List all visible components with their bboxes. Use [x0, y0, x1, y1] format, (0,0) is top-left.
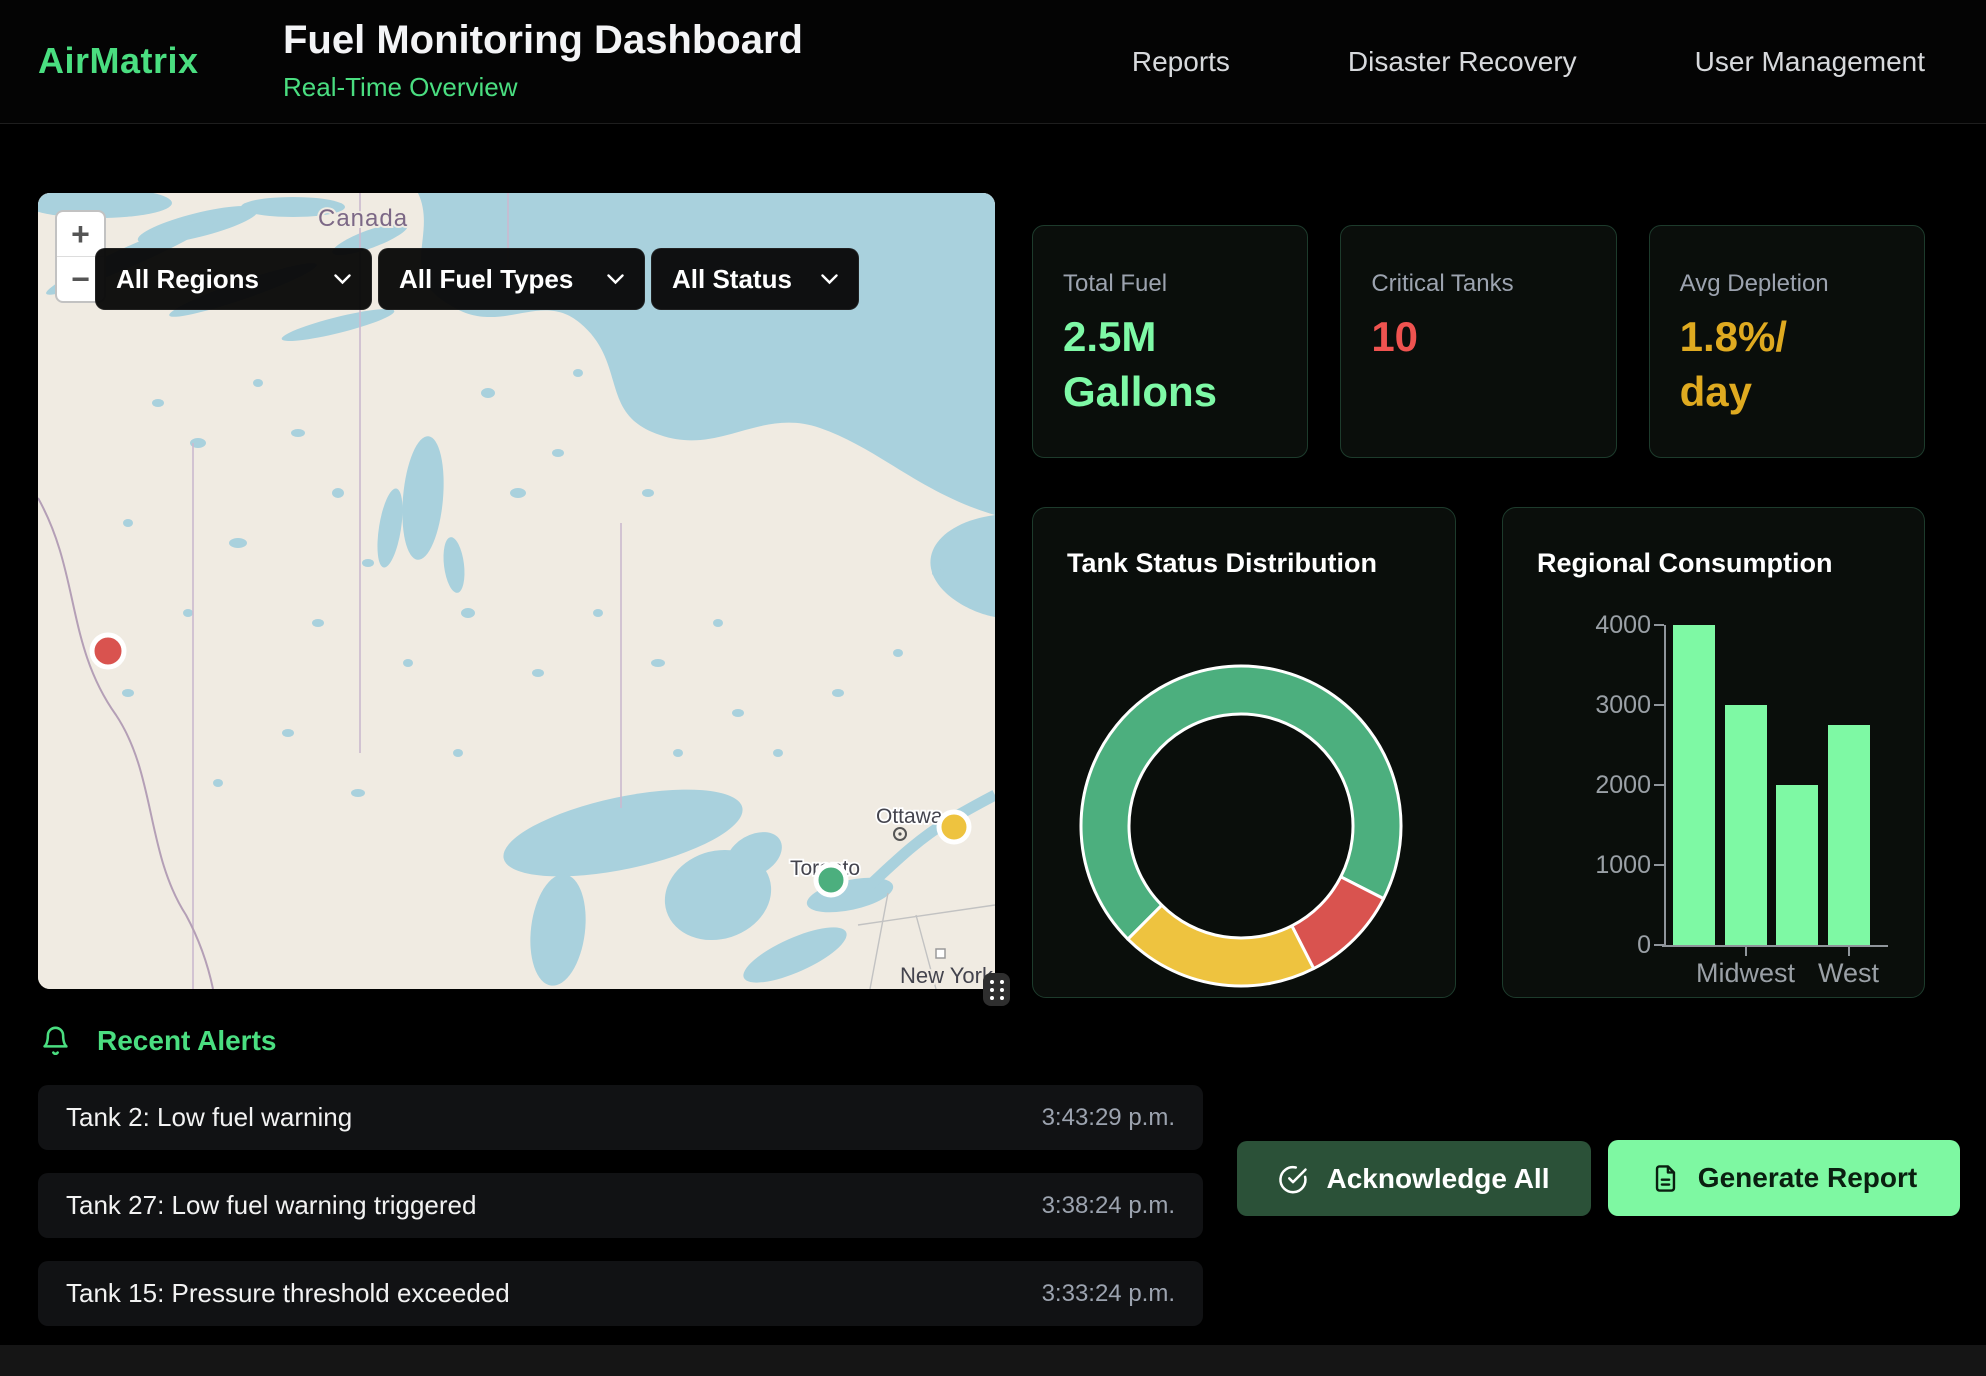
y-tick-mark [1654, 944, 1664, 946]
recent-alerts-heading: Recent Alerts [40, 1024, 276, 1057]
x-tick-mark [1745, 947, 1747, 956]
total-fuel-card: Total Fuel 2.5MGallons [1032, 225, 1308, 458]
header: AirMatrix Fuel Monitoring Dashboard Real… [0, 0, 1986, 124]
report-document-icon [1651, 1164, 1680, 1193]
chevron-down-icon [334, 274, 351, 285]
tank-marker-normal[interactable] [816, 865, 846, 895]
map-resize-handle[interactable] [983, 973, 1010, 1006]
recent-alerts-title: Recent Alerts [97, 1025, 276, 1057]
total-fuel-label: Total Fuel [1063, 270, 1277, 298]
bar-4 [1828, 725, 1870, 945]
status-filter-value: All Status [672, 264, 792, 295]
tank-marker-critical[interactable] [92, 635, 124, 667]
page-subtitle: Real-Time Overview [283, 72, 803, 103]
bottom-strip [0, 1345, 1986, 1376]
critical-tanks-label: Critical Tanks [1371, 270, 1585, 298]
brand-logo[interactable]: AirMatrix [38, 40, 199, 82]
map-filters: All Regions All Fuel Types All Status [95, 248, 859, 310]
avg-depletion-value: 1.8%/day [1680, 310, 1894, 419]
dashboard-page: AirMatrix Fuel Monitoring Dashboard Real… [0, 0, 1986, 1376]
alert-time: 3:43:29 p.m. [1042, 1104, 1175, 1132]
alert-time: 3:38:24 p.m. [1042, 1192, 1175, 1220]
regional-consumption-card: Regional Consumption 0 1000 2000 3000 4000 Mi… [1502, 507, 1925, 998]
avg-depletion-card: Avg Depletion 1.8%/day [1649, 225, 1925, 458]
new-york-place-icon [936, 949, 945, 958]
alert-message: Tank 2: Low fuel warning [66, 1102, 352, 1133]
nav-user-management[interactable]: User Management [1695, 46, 1925, 78]
page-title: Fuel Monitoring Dashboard [283, 18, 803, 63]
y-tick-mark [1654, 704, 1664, 706]
avg-depletion-label: Avg Depletion [1680, 270, 1894, 298]
y-tick-mark [1654, 864, 1664, 866]
map-label-ottawa: Ottawa [876, 805, 943, 828]
y-tick-label: 1000 [1561, 851, 1651, 880]
critical-tanks-value: 10 [1371, 310, 1585, 365]
map-panel: Canada Ottawa Toronto New York + − [38, 193, 995, 989]
alert-time: 3:33:24 p.m. [1042, 1280, 1175, 1308]
alert-row-2[interactable]: Tank 27: Low fuel warning triggered 3:38… [38, 1173, 1203, 1238]
y-tick-label: 2000 [1561, 771, 1651, 800]
y-tick-mark [1654, 784, 1664, 786]
map-label-canada: Canada [318, 205, 408, 232]
total-fuel-value: 2.5MGallons [1063, 310, 1277, 419]
chevron-down-icon [821, 274, 838, 285]
alert-message: Tank 15: Pressure threshold exceeded [66, 1278, 510, 1309]
nav-disaster-recovery[interactable]: Disaster Recovery [1348, 46, 1577, 78]
x-tick-label: West [1818, 958, 1879, 989]
donut-segment-warning [1128, 905, 1314, 986]
acknowledge-all-button[interactable]: Acknowledge All [1237, 1141, 1591, 1216]
regional-consumption-plot: 0 1000 2000 3000 4000 Midwest West [1503, 508, 1926, 999]
main-nav: Reports Disaster Recovery User Managemen… [1132, 0, 1925, 124]
stat-cards: Total Fuel 2.5MGallons Critical Tanks 10… [1032, 225, 1925, 458]
tank-marker-warning[interactable] [939, 812, 969, 842]
status-filter-dropdown[interactable]: All Status [651, 248, 859, 310]
region-filter-dropdown[interactable]: All Regions [95, 248, 372, 310]
x-tick-mark [1848, 947, 1850, 956]
fuel-type-filter-dropdown[interactable]: All Fuel Types [378, 248, 645, 310]
nav-reports[interactable]: Reports [1132, 46, 1230, 78]
critical-tanks-card: Critical Tanks 10 [1340, 225, 1616, 458]
check-circle-icon [1278, 1164, 1308, 1194]
tank-status-title: Tank Status Distribution [1067, 548, 1377, 579]
y-tick-label: 4000 [1561, 611, 1651, 640]
tank-status-donut [1033, 508, 1457, 997]
map-label-new-york: New York [900, 963, 994, 988]
bar-2 [1725, 705, 1767, 945]
title-block: Fuel Monitoring Dashboard Real-Time Over… [283, 18, 803, 103]
alert-row-1[interactable]: Tank 2: Low fuel warning 3:43:29 p.m. [38, 1085, 1203, 1150]
map-canvas[interactable]: Canada Ottawa Toronto New York + − [38, 193, 995, 989]
y-tick-label: 0 [1561, 931, 1651, 960]
y-tick-label: 3000 [1561, 691, 1651, 720]
bar-1 [1673, 625, 1715, 945]
y-tick-mark [1654, 624, 1664, 626]
y-axis-line [1664, 625, 1666, 947]
alert-message: Tank 27: Low fuel warning triggered [66, 1190, 476, 1221]
chevron-down-icon [607, 274, 624, 285]
region-filter-value: All Regions [116, 264, 259, 295]
bar-3 [1776, 785, 1818, 945]
x-axis-line [1662, 945, 1888, 947]
regional-consumption-title: Regional Consumption [1537, 548, 1832, 579]
generate-report-button[interactable]: Generate Report [1608, 1140, 1960, 1216]
alert-row-3[interactable]: Tank 15: Pressure threshold exceeded 3:3… [38, 1261, 1203, 1326]
x-tick-label: Midwest [1696, 958, 1795, 989]
tank-status-card: Tank Status Distribution [1032, 507, 1456, 998]
bell-icon [40, 1024, 71, 1057]
map-illustration: Canada Ottawa Toronto New York [38, 193, 995, 989]
fuel-type-filter-value: All Fuel Types [399, 264, 573, 295]
